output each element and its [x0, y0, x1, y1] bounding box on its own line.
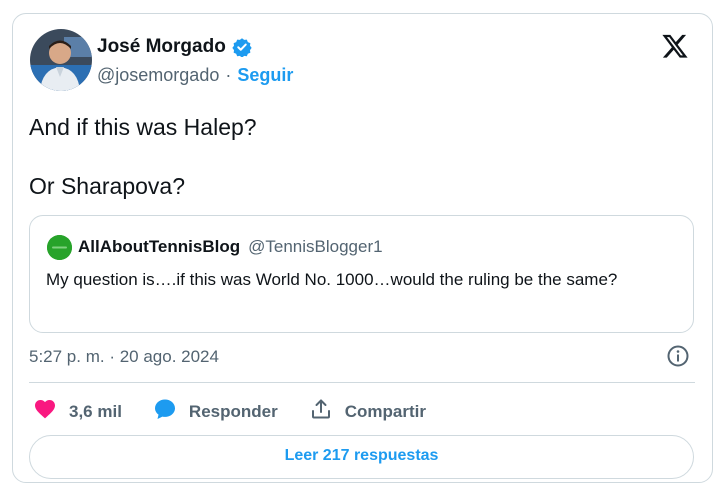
read-replies-button[interactable]: Leer 217 respuestas	[29, 435, 694, 479]
tweet-timestamp[interactable]: 5:27 p. m. · 20 ago. 2024	[29, 347, 219, 367]
reply-button[interactable]: Responder	[153, 397, 278, 426]
tweet-line-2: Or Sharapova?	[29, 173, 185, 199]
quoted-tweet[interactable]: AllAboutTennisBlog @TennisBlogger1 My qu…	[29, 215, 694, 333]
author-handle[interactable]: @josemorgado	[97, 65, 219, 86]
tweet-card: José Morgado @josemorgado · Seguir And i…	[12, 13, 713, 483]
like-count: 3,6 mil	[69, 401, 122, 421]
quoted-text: My question is….if this was World No. 10…	[46, 270, 618, 289]
speech-bubble-icon	[153, 397, 177, 426]
heart-icon	[33, 397, 57, 426]
divider	[29, 382, 695, 383]
action-bar: 3,6 mil Responder Compartir	[33, 397, 457, 426]
info-icon[interactable]	[666, 344, 690, 368]
share-upload-icon	[309, 397, 333, 426]
x-logo-icon[interactable]	[661, 32, 689, 60]
follow-link[interactable]: Seguir	[237, 65, 293, 86]
share-button[interactable]: Compartir	[309, 397, 426, 426]
quoted-header: AllAboutTennisBlog @TennisBlogger1	[78, 237, 383, 257]
tweet-text: And if this was Halep? Or Sharapova?	[29, 112, 257, 201]
reply-label: Responder	[188, 401, 278, 421]
author-name[interactable]: José Morgado	[97, 36, 226, 58]
author-avatar[interactable]	[30, 29, 92, 91]
separator-dot: ·	[225, 65, 232, 85]
quoted-author-avatar	[47, 235, 72, 260]
verified-badge-icon	[232, 37, 252, 58]
author-name-row: José Morgado	[97, 36, 252, 58]
like-button[interactable]: 3,6 mil	[33, 397, 122, 426]
author-subline: @josemorgado · Seguir	[97, 65, 293, 86]
quoted-author-handle: @TennisBlogger1	[248, 237, 383, 256]
share-label: Compartir	[344, 401, 426, 421]
quoted-author-name: AllAboutTennisBlog	[78, 237, 241, 256]
tweet-line-1: And if this was Halep?	[29, 114, 257, 140]
